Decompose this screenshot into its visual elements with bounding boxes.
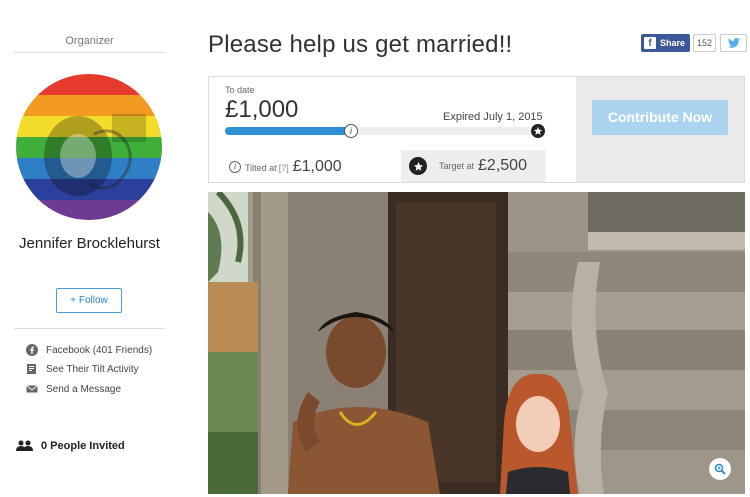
follow-button[interactable]: + Follow <box>56 288 122 313</box>
tilted-help-link[interactable]: [?] <box>279 163 289 173</box>
twitter-share-button[interactable] <box>720 34 748 52</box>
tilt-activity-link[interactable]: See Their Tilt Activity <box>26 363 139 375</box>
facebook-friends-link[interactable]: Facebook (401 Friends) <box>26 344 152 356</box>
envelope-icon <box>26 383 38 395</box>
progress-fill <box>225 127 351 135</box>
expiry-date: Expired July 1, 2015 <box>443 111 543 123</box>
target-star-icon <box>531 124 545 138</box>
tilt-activity-label: See Their Tilt Activity <box>46 363 139 375</box>
target-at: Target at £2,500 <box>401 150 546 182</box>
avatar-image <box>16 74 162 220</box>
contribute-area: Contribute Now <box>576 77 744 182</box>
info-icon[interactable]: i <box>229 161 241 173</box>
send-message-label: Send a Message <box>46 383 122 395</box>
organizer-name[interactable]: Jennifer Brocklehurst <box>14 232 165 255</box>
target-amount: £2,500 <box>478 157 527 174</box>
share-bar: f Share 152 <box>641 34 748 52</box>
funding-panel: To date £1,000 Expired July 1, 2015 i i … <box>208 76 745 183</box>
people-invited[interactable]: 0 People Invited <box>16 440 125 452</box>
avatar[interactable] <box>16 74 162 220</box>
people-invited-label: 0 People Invited <box>41 440 125 452</box>
tilted-at: i Tilted at [?] £1,000 <box>229 158 342 176</box>
contribute-button[interactable]: Contribute Now <box>592 100 728 135</box>
facebook-share-label: Share <box>660 38 686 48</box>
facebook-share-button[interactable]: f Share <box>641 34 691 52</box>
facebook-icon: f <box>644 37 656 49</box>
page-title: Please help us get married!! <box>208 31 513 58</box>
amount-raised: £1,000 <box>225 96 299 123</box>
magnifier-icon <box>714 463 726 475</box>
tilt-point-icon[interactable]: i <box>344 124 358 138</box>
target-label: Target at <box>439 161 475 171</box>
divider <box>14 328 165 329</box>
tilted-amount: £1,000 <box>292 158 342 175</box>
campaign-photo[interactable] <box>208 192 745 494</box>
to-date-label: To date <box>225 85 255 95</box>
star-icon <box>409 157 427 175</box>
organizer-sidebar: Organizer Jennifer Brocklehurst + Follow… <box>14 0 165 497</box>
campaign-image <box>208 192 745 494</box>
tilted-label: Tilted at <box>245 163 277 173</box>
zoom-button[interactable] <box>709 458 731 480</box>
share-count: 152 <box>693 34 717 52</box>
activity-icon <box>26 363 38 375</box>
progress-bar <box>225 127 540 135</box>
organizer-heading: Organizer <box>65 35 114 47</box>
facebook-icon <box>26 344 38 356</box>
people-icon <box>16 440 34 452</box>
divider <box>14 52 165 53</box>
twitter-icon <box>727 38 740 48</box>
send-message-link[interactable]: Send a Message <box>26 383 121 395</box>
facebook-friends-label: Facebook (401 Friends) <box>46 344 153 356</box>
